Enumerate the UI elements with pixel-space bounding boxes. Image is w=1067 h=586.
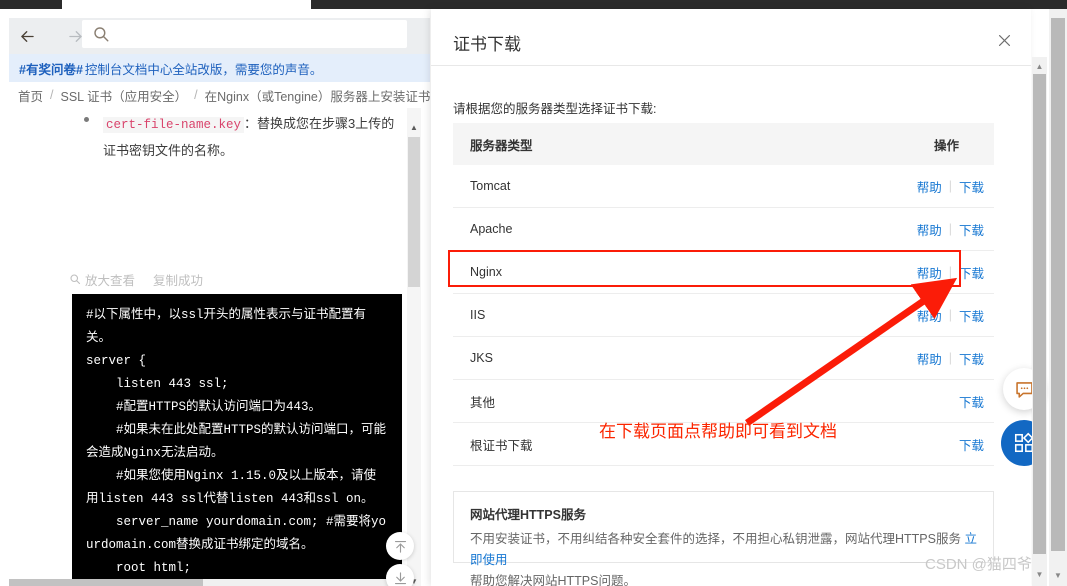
certificate-download-dialog: 证书下载 请根据您的服务器类型选择证书下载: 服务器类型 操作 Tomcat 帮… xyxy=(431,9,1031,586)
search-icon xyxy=(92,25,110,43)
doc-vertical-scrollbar-thumb[interactable] xyxy=(408,137,420,287)
server-type-label: JKS xyxy=(470,351,493,365)
scroll-to-bottom-icon[interactable] xyxy=(386,564,414,586)
window-scrollbar-thumb[interactable] xyxy=(1051,18,1065,551)
chrome-strip-left xyxy=(0,0,62,9)
download-link[interactable]: 下载 xyxy=(959,177,984,196)
close-icon[interactable] xyxy=(991,27,1017,53)
help-link[interactable]: 帮助 xyxy=(917,306,942,325)
table-row: JKS 帮助 | 下载 xyxy=(453,337,994,380)
download-link[interactable]: 下载 xyxy=(959,392,984,411)
info-box-body-part1: 不用安装证书，不用纠结各种安全套件的选择，不用担心私钥泄露，网站代理HTTPS服… xyxy=(470,532,961,546)
dialog-scroll-down-arrow-icon[interactable]: ▼ xyxy=(1032,568,1047,580)
download-link[interactable]: 下载 xyxy=(959,349,984,368)
dialog-scrollbar-thumb[interactable] xyxy=(1033,74,1046,554)
promo-banner-text: 控制台文档中心全站改版，需要您的声音。 xyxy=(84,62,323,77)
breadcrumb-separator: / xyxy=(194,88,198,102)
dialog-body: 请根据您的服务器类型选择证书下载: 服务器类型 操作 Tomcat 帮助 | 下… xyxy=(431,66,1017,586)
copy-status-label: 复制成功 xyxy=(153,273,204,288)
table-header-row: 服务器类型 操作 xyxy=(453,123,994,165)
breadcrumb-item-home[interactable]: 首页 xyxy=(18,86,43,105)
dialog-header: 证书下载 xyxy=(431,9,1031,66)
info-box-title: 网站代理HTTPS服务 xyxy=(470,508,586,522)
server-type-label: Apache xyxy=(470,222,513,236)
zoom-view-button[interactable]: 放大查看 xyxy=(69,270,135,289)
action-divider: | xyxy=(948,308,952,322)
dialog-title: 证书下载 xyxy=(453,35,521,54)
document-content: cert-file-name.key ：替换成您在步骤3上传的证书密钥文件的名称。… xyxy=(9,108,430,586)
server-type-label: 其他 xyxy=(470,395,496,410)
code-block: #以下属性中，以ssl开头的属性表示与证书配置有关。 server { list… xyxy=(72,294,402,586)
column-header-actions: 操作 xyxy=(934,138,960,153)
action-divider: | xyxy=(948,265,952,279)
dialog-scroll-up-arrow-icon[interactable]: ▲ xyxy=(1032,60,1047,72)
breadcrumb: 首页 / SSL 证书（应用安全） / 在Nginx（或Tengine）服务器上… xyxy=(9,82,430,108)
download-link[interactable]: 下载 xyxy=(959,435,984,454)
column-header-server-type: 服务器类型 xyxy=(470,138,533,153)
dialog-intro-text: 请根据您的服务器类型选择证书下载: xyxy=(453,102,657,116)
action-divider: | xyxy=(948,222,952,236)
watermark: CSDN @猫四爷 xyxy=(925,556,1032,573)
breadcrumb-item-current: 在Nginx（或Tengine）服务器上安装证书 xyxy=(204,89,430,104)
window-scroll-down-arrow-icon[interactable]: ▼ xyxy=(1049,568,1067,582)
address-bar[interactable] xyxy=(82,20,407,48)
horizontal-scrollbar-thumb[interactable] xyxy=(9,579,203,586)
server-type-label: Tomcat xyxy=(470,179,511,193)
breadcrumb-item-ssl[interactable]: SSL 证书（应用安全） xyxy=(61,86,188,105)
breadcrumb-separator: / xyxy=(50,88,54,102)
download-link[interactable]: 下载 xyxy=(959,220,984,239)
table-row: Apache 帮助 | 下载 xyxy=(453,208,994,251)
inline-code-key: cert-file-name.key xyxy=(103,117,245,133)
server-type-label: Nginx xyxy=(470,265,502,279)
download-link[interactable]: 下载 xyxy=(959,263,984,282)
annotation-text: 在下载页面点帮助即可看到文档 xyxy=(599,422,837,441)
table-row-nginx-highlighted: Nginx 帮助 | 下载 xyxy=(453,251,994,294)
promo-banner[interactable]: #有奖问卷# 控制台文档中心全站改版，需要您的声音。 xyxy=(9,54,430,82)
info-box-body-part2: 帮助您解决网站HTTPS问题。 xyxy=(470,574,636,586)
server-type-table: 服务器类型 操作 Tomcat 帮助 | 下载 Apache 帮助 | 下载 N… xyxy=(453,123,994,466)
doc-scroll-up-arrow-icon[interactable]: ▲ xyxy=(407,120,421,134)
download-link[interactable]: 下载 xyxy=(959,306,984,325)
help-link[interactable]: 帮助 xyxy=(917,220,942,239)
help-link[interactable]: 帮助 xyxy=(917,263,942,282)
back-icon[interactable] xyxy=(14,23,40,49)
action-divider: | xyxy=(948,351,952,365)
bullet-marker xyxy=(84,117,89,122)
help-link[interactable]: 帮助 xyxy=(917,349,942,368)
scroll-to-top-icon[interactable] xyxy=(386,532,414,560)
help-link[interactable]: 帮助 xyxy=(917,177,942,196)
chrome-strip-right xyxy=(311,0,1067,9)
magnifier-icon xyxy=(70,274,81,285)
promo-banner-tag: #有奖问卷# xyxy=(19,62,83,77)
server-type-label: IIS xyxy=(470,308,486,322)
table-row: IIS 帮助 | 下载 xyxy=(453,294,994,337)
zoom-view-label: 放大查看 xyxy=(85,273,136,288)
table-row: Tomcat 帮助 | 下载 xyxy=(453,165,994,208)
code-toolbar: 放大查看 复制成功 xyxy=(69,268,399,290)
action-divider: | xyxy=(948,179,952,193)
browser-left-pane: #有奖问卷# 控制台文档中心全站改版，需要您的声音。 首页 / SSL 证书（应… xyxy=(0,9,430,586)
https-proxy-info-box: 网站代理HTTPS服务 不用安装证书，不用纠结各种安全套件的选择，不用担心私钥泄… xyxy=(453,491,994,586)
